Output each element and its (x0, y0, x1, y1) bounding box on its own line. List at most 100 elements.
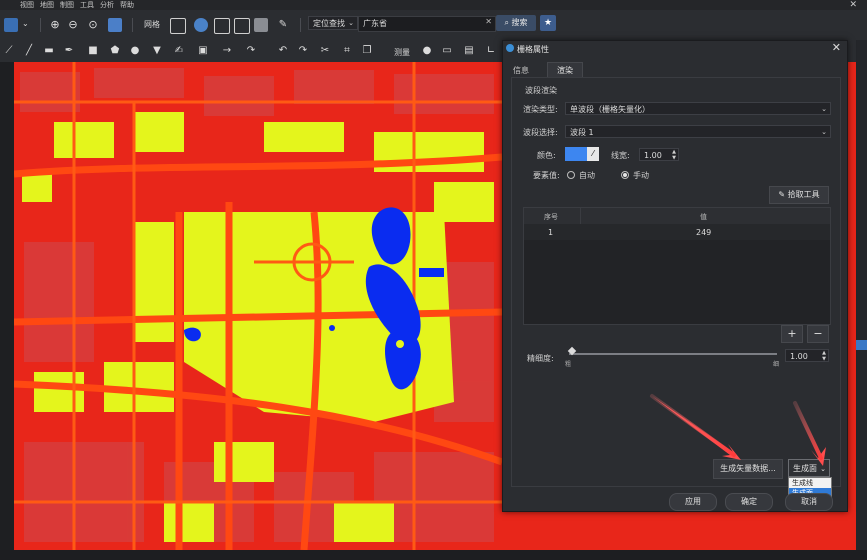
radio-manual[interactable] (621, 171, 629, 179)
rectangle-tool-icon[interactable]: ▬ (42, 44, 56, 58)
menu-item-analysis[interactable]: 分析 (100, 2, 114, 9)
map-canvas[interactable] (14, 62, 502, 550)
pick-tool-button[interactable]: ✎ 拾取工具 (769, 186, 829, 204)
tab-render[interactable]: 渲染 (547, 62, 583, 78)
slider-min-mark: 粗 (565, 361, 572, 368)
render-type-value: 单波段（栅格矢量化） (570, 105, 650, 114)
clipboard-icon[interactable]: ▣ (196, 44, 210, 58)
table-row[interactable]: 1 249 (524, 224, 830, 240)
radio-manual-label: 手动 (633, 171, 649, 180)
menu-item-cartography[interactable]: 制图 (60, 2, 74, 9)
generate-type-value: 生成面 (793, 464, 817, 473)
line-width-spinbox[interactable]: 1.00 ▲ ▼ (639, 148, 679, 161)
generate-vector-data-button[interactable]: 生成矢量数据... (713, 459, 783, 479)
pentagon-icon[interactable]: ⬟ (108, 44, 122, 58)
eyedropper-icon: ✎ (778, 190, 788, 199)
color-label: 颜色: (537, 151, 556, 160)
raster-map (14, 62, 502, 550)
chevron-down-icon: ⌄ (821, 105, 827, 113)
polyline-icon[interactable]: ⟋ (2, 44, 16, 58)
eyedropper-icon[interactable]: ⁄ (587, 147, 599, 161)
rotate-icon[interactable]: ↷ (244, 44, 258, 58)
dropdown-option-line[interactable]: 生成线 (789, 478, 831, 488)
brush-icon[interactable]: ✎ (276, 18, 290, 32)
column-divider (580, 208, 581, 224)
table-grid-alt-icon[interactable] (234, 18, 250, 34)
zoom-full-extent-icon[interactable]: ⊙ (86, 18, 100, 32)
fineness-spinbox[interactable]: 1.00 ▲ ▼ (785, 349, 829, 362)
column-header-index: 序号 (544, 213, 558, 221)
grid-icon[interactable] (170, 18, 186, 34)
element-value-label: 要素值: (533, 171, 560, 180)
favorite-icon[interactable]: ★ (540, 15, 556, 31)
undo-icon[interactable]: ↶ (276, 44, 290, 58)
zoom-layer-icon[interactable] (108, 18, 122, 32)
band-render-group-title: 波段渲染 (525, 86, 557, 95)
slider-max-mark: 细 (773, 361, 780, 368)
zoom-in-icon[interactable]: ⊕ (48, 18, 62, 32)
layer-icon[interactable] (4, 18, 18, 32)
color-swatch[interactable] (565, 147, 587, 161)
ruler-icon[interactable]: ▭ (440, 44, 454, 58)
search-button-label: 搜索 (511, 18, 528, 27)
spin-arrows-icon[interactable]: ▲ ▼ (822, 350, 826, 362)
generate-type-select[interactable]: 生成面 ⌄ (788, 459, 830, 477)
menu-item-map[interactable]: 地图 (40, 2, 54, 9)
band-select[interactable]: 波段 1 ⌄ (565, 125, 831, 138)
fineness-label: 精细度: (527, 354, 554, 363)
search-input-box[interactable]: ✕ (358, 16, 496, 32)
radio-auto[interactable] (567, 171, 575, 179)
table-header: 序号 值 (524, 208, 830, 224)
grid-label: 网格 (144, 20, 160, 29)
tab-info[interactable]: 信息 (513, 65, 529, 76)
add-row-button[interactable]: + (781, 325, 803, 343)
copy-icon[interactable]: ❐ (360, 44, 374, 58)
edit-icon[interactable]: ▤ (462, 44, 476, 58)
fineness-slider-track[interactable] (569, 353, 777, 355)
apply-button[interactable]: 应用 (669, 493, 717, 511)
folder-icon[interactable] (254, 18, 268, 32)
remove-row-button[interactable]: − (807, 325, 829, 343)
raster-properties-dialog: 栅格属性 ✕ 信息 渲染 波段渲染 渲染类型: 单波段（栅格矢量化） ⌄ 波段选择… (502, 40, 848, 512)
value-table: 序号 值 1 249 (523, 207, 831, 325)
layer-dropdown-icon[interactable]: ⌄ (22, 19, 29, 28)
dialog-title: 栅格属性 (517, 45, 549, 54)
menu-item-view[interactable]: 视图 (20, 2, 34, 9)
search-input[interactable] (359, 17, 487, 29)
square-icon[interactable]: ■ (86, 44, 100, 58)
table-grid-icon[interactable] (214, 18, 230, 34)
spin-arrows-icon[interactable]: ▲ ▼ (672, 149, 676, 161)
window-close-icon[interactable]: ✕ (849, 0, 857, 10)
line-width-value: 1.00 (644, 151, 662, 160)
close-icon[interactable]: ✕ (832, 41, 841, 54)
search-type-select[interactable]: 定位查找 ⌄ (308, 16, 358, 30)
pen-icon[interactable]: ✒ (62, 44, 76, 58)
zoom-out-icon[interactable]: ⊖ (66, 18, 80, 32)
person-icon[interactable]: ● (420, 44, 434, 58)
search-type-value: 定位查找 (313, 19, 345, 28)
cancel-button[interactable]: 取消 (785, 493, 833, 511)
band-select-value: 波段 1 (570, 128, 594, 137)
cut-icon[interactable]: ✂ (318, 44, 332, 58)
ok-button[interactable]: 确定 (725, 493, 773, 511)
clear-icon[interactable]: ✕ (485, 17, 492, 26)
toolbar-divider (132, 18, 133, 32)
right-side-panel (856, 40, 867, 560)
arrow-right-icon[interactable]: → (220, 44, 234, 58)
search-button[interactable]: ⌕ 搜索 (496, 15, 536, 31)
status-bar (0, 550, 867, 560)
line-icon[interactable]: ╱ (22, 44, 36, 58)
crop-icon[interactable]: ⌗ (340, 44, 354, 58)
search-icon: ⌕ (504, 18, 512, 27)
globe-icon[interactable] (194, 18, 208, 32)
menu-item-help[interactable]: 帮助 (120, 2, 134, 9)
menu-item-tools[interactable]: 工具 (80, 2, 94, 9)
angle-icon[interactable]: ∟ (484, 44, 498, 58)
render-type-select[interactable]: 单波段（栅格矢量化） ⌄ (565, 102, 831, 115)
right-panel-tab[interactable] (856, 340, 867, 350)
fineness-value: 1.00 (790, 352, 808, 361)
circle-icon[interactable]: ● (128, 44, 142, 58)
redo-icon[interactable]: ↷ (296, 44, 310, 58)
text-edit-icon[interactable]: ✍ (172, 44, 186, 58)
marker-icon[interactable]: ▼ (150, 44, 164, 58)
